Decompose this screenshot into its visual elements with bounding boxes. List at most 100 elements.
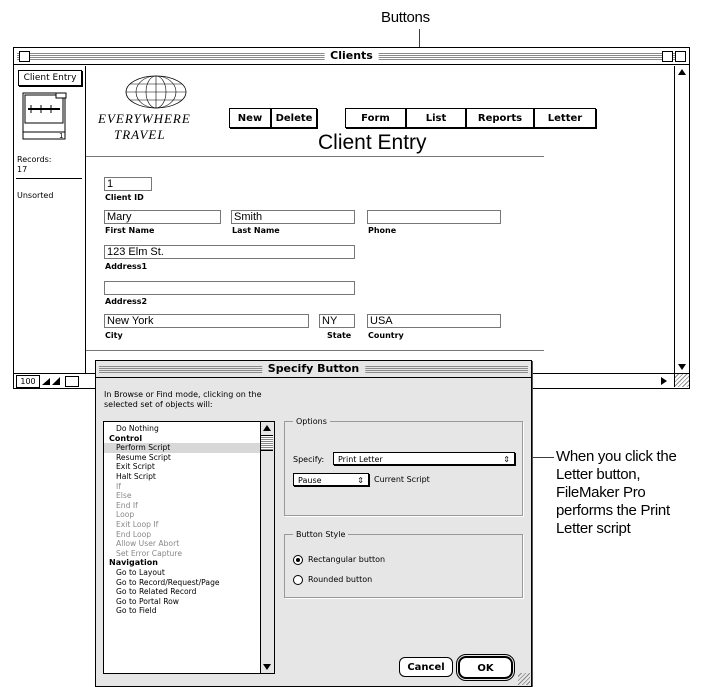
status-toggle-icon[interactable] [65,376,79,387]
reports-button[interactable]: Reports [466,108,534,128]
script-step-item[interactable]: Go to Field [104,606,260,616]
city-field[interactable]: New York [104,314,309,328]
country-field[interactable]: USA [367,314,501,328]
zoom-icon[interactable] [41,375,61,386]
pause-popup[interactable]: Pause ⇕ [293,473,369,486]
dialog-titlebar[interactable]: Specify Button [96,361,531,378]
script-step-item[interactable]: Exit Script [104,462,260,472]
button-style-label: Button Style [293,529,349,540]
scroll-up-arrow-icon[interactable] [678,69,686,75]
list-scrollbar[interactable] [260,422,274,673]
step-category-header: Navigation [109,558,158,568]
script-steps-list[interactable]: Do Nothing Control Perform Script Resume Sc… [103,421,275,674]
window-title: Clients [324,49,379,63]
form-button[interactable]: Form [345,108,406,128]
options-label: Options [293,416,330,427]
header-divider [86,156,544,157]
script-step-item[interactable]: If [104,482,260,492]
list-scroll-up-arrow-icon[interactable] [263,425,271,431]
instructions-line-2: selected set of objects will: [104,400,213,409]
collapse-box[interactable] [675,51,686,62]
list-scroll-down-arrow-icon[interactable] [263,664,271,670]
address1-field[interactable]: 123 Elm St. [104,245,355,259]
letter-callout: When you click the Letter button, FileMa… [556,448,677,538]
letter-button[interactable]: Letter [534,108,596,128]
dialog-grow-box[interactable] [518,673,530,685]
step-category-header: Control [109,433,143,443]
list-scroll-thumb[interactable] [261,435,273,451]
window-titlebar[interactable]: Clients [14,48,689,65]
first-name-label: First Name [105,226,155,235]
list-button[interactable]: List [406,108,466,128]
script-step-item[interactable]: Exit Loop If [104,520,260,530]
book-page-number: 1 [59,132,63,140]
last-name-field[interactable]: Smith [231,210,355,224]
specify-value: Print Letter [338,455,383,464]
layout-menu[interactable]: Client Entry [18,70,82,86]
script-step-item[interactable]: Go to Record/Request/Page [104,578,260,588]
new-button[interactable]: New [229,108,271,128]
client-id-field[interactable]: 1 [104,177,152,191]
clients-window: Clients Client Entry 1 Records: 17 Unsor… [13,47,690,389]
address2-field[interactable] [104,281,355,295]
pause-arrows-icon: ⇕ [357,476,364,485]
rounded-label[interactable]: Rounded button [308,575,372,585]
ok-button[interactable]: OK [456,654,515,681]
radio-selected-dot [296,558,300,562]
zoom-box[interactable] [662,51,673,62]
rectangular-label[interactable]: Rectangular button [308,555,385,565]
instructions-line-1: In Browse or Find mode, clicking on the [104,390,262,399]
specify-label: Specify: [293,455,325,464]
script-step-item[interactable]: Loop [104,510,260,520]
footer-divider [86,350,544,351]
grow-box[interactable] [674,374,689,387]
script-step-item[interactable]: Resume Script [104,453,260,463]
script-step-item[interactable]: Else [104,491,260,501]
phone-label: Phone [368,226,397,235]
dialog-instructions: In Browse or Find mode, clicking on the … [104,390,262,410]
dialog-title: Specify Button [261,362,366,376]
delete-button[interactable]: Delete [271,108,317,128]
layout-title: Client Entry [318,131,427,154]
book-icon[interactable]: 1 [22,92,68,142]
callout-line-3: FileMaker Pro [556,484,646,501]
client-id-label: Client ID [105,193,144,202]
callout-line-4: performs the Print [556,502,670,519]
status-divider [16,178,82,179]
specify-popup[interactable]: Print Letter ⇕ [333,452,515,465]
state-field[interactable]: NY [319,314,355,328]
popup-arrows-icon: ⇕ [503,455,510,464]
logo-text-line1: EVERYWHERE [98,111,191,126]
globe-logo-icon [125,75,187,109]
scroll-right-arrow-icon[interactable] [661,377,667,385]
script-step-item[interactable]: Halt Script [104,472,260,482]
phone-field[interactable] [367,210,501,224]
address1-label: Address1 [105,262,148,271]
script-step-item[interactable]: Go to Portal Row [104,597,260,607]
options-group: Options Specify: Print Letter ⇕ Pause ⇕ … [284,416,523,516]
rectangular-radio[interactable] [293,555,303,565]
script-step-item[interactable]: Go to Related Record [104,587,260,597]
script-step-item[interactable]: Set Error Capture [104,549,260,559]
vertical-scrollbar[interactable] [674,66,689,374]
sort-status: Unsorted [17,191,54,200]
script-step-item[interactable]: Go to Layout [104,568,260,578]
state-label: State [327,331,352,340]
records-count: 17 [17,165,28,174]
cancel-button[interactable]: Cancel [399,657,453,677]
script-step-item[interactable]: End If [104,501,260,511]
zoom-level[interactable]: 100 [16,375,40,388]
script-step-item[interactable]: Do Nothing [104,424,260,434]
first-name-field[interactable]: Mary [104,210,221,224]
specify-button-dialog: Specify Button In Browse or Find mode, c… [95,360,532,687]
scroll-down-arrow-icon[interactable] [678,364,686,370]
script-step-item[interactable]: Allow User Abort [104,539,260,549]
script-step-item[interactable]: End Loop [104,530,260,540]
rounded-radio[interactable] [293,575,303,585]
last-name-label: Last Name [232,226,280,235]
close-box[interactable] [19,51,30,62]
current-script-label: Current Script [374,475,430,484]
city-label: City [105,331,123,340]
script-step-item[interactable]: Perform Script [104,443,260,453]
address2-label: Address2 [105,297,148,306]
